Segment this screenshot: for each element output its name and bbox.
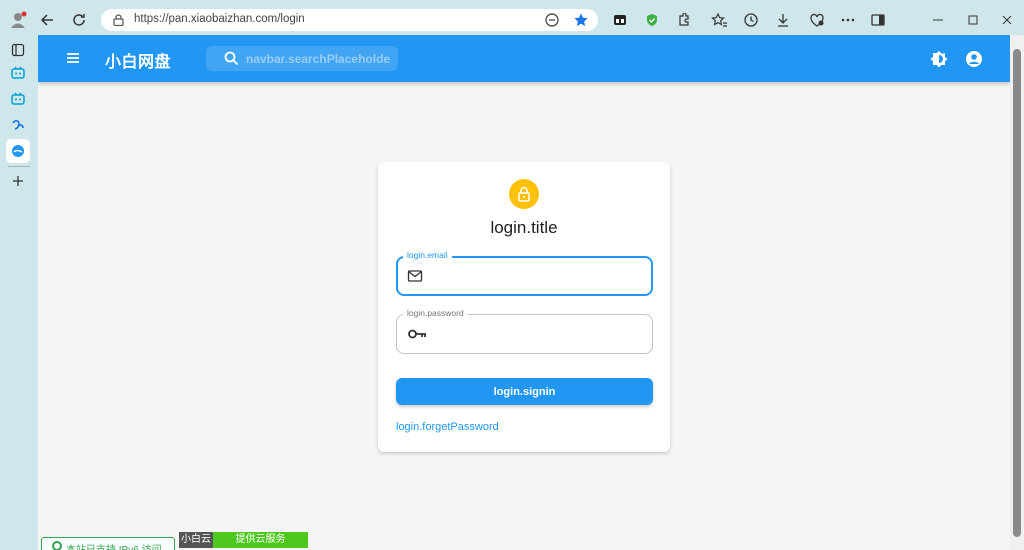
extension-1-icon[interactable] (609, 9, 631, 31)
refresh-icon[interactable] (68, 9, 90, 31)
performance-icon[interactable] (806, 9, 828, 31)
key-icon (408, 329, 426, 339)
add-icon[interactable] (8, 171, 28, 191)
close-icon[interactable] (996, 9, 1018, 31)
browser-toolbar: https://pan.xiaobaizhan.com/login (0, 0, 1024, 38)
cloud-provider-badge[interactable]: 小白云 提供云服务 (179, 532, 308, 548)
account-icon[interactable] (965, 50, 983, 68)
sidebar-divider (8, 166, 30, 167)
tab-actions-icon[interactable] (8, 40, 28, 60)
downloads-icon[interactable] (772, 9, 794, 31)
back-icon[interactable] (36, 9, 58, 31)
extensions-icon[interactable] (673, 9, 695, 31)
translate-icon[interactable] (544, 12, 560, 28)
app-title[interactable]: 小白网盘 (105, 48, 171, 72)
scroll-thumb[interactable] (1013, 49, 1021, 537)
mail-icon (407, 270, 423, 282)
password-input[interactable] (433, 323, 643, 345)
search-input[interactable] (246, 50, 391, 67)
login-card: login.title login.email login.password l… (378, 162, 670, 452)
signin-button[interactable]: login.signin (396, 378, 653, 405)
lock-avatar (509, 179, 539, 209)
password-field[interactable]: login.password (396, 308, 653, 354)
email-field[interactable]: login.email (396, 250, 653, 296)
navbar: 小白网盘 (38, 35, 1010, 82)
forgot-password-link[interactable]: login.forgetPassword (396, 421, 499, 433)
browser-sidebar (0, 38, 38, 550)
cloud-badge-left: 小白云 (179, 532, 213, 548)
lock-icon (518, 186, 530, 202)
ipv6-icon (52, 541, 62, 550)
more-icon[interactable] (837, 9, 859, 31)
app-icon[interactable] (8, 115, 28, 135)
cloud-badge-right: 提供云服务 (213, 532, 308, 548)
favorites-icon[interactable] (708, 9, 730, 31)
menu-icon[interactable] (64, 49, 82, 67)
sidebar-icon[interactable] (867, 9, 889, 31)
shield-extension-icon[interactable] (641, 9, 663, 31)
email-label: login.email (403, 250, 452, 261)
bilibili-icon[interactable] (8, 63, 28, 83)
maximize-icon[interactable] (962, 9, 984, 31)
bilibili-icon[interactable] (8, 89, 28, 109)
history-icon[interactable] (740, 9, 762, 31)
email-input[interactable] (434, 266, 644, 288)
site-info-icon[interactable] (113, 14, 124, 26)
pan-app-icon[interactable] (6, 139, 30, 163)
url-text[interactable]: https://pan.xiaobaizhan.com/login (134, 13, 305, 25)
ipv6-badge[interactable]: 本站已支持 IPv6 访问 (41, 537, 175, 550)
theme-toggle-icon[interactable] (930, 50, 948, 68)
password-label: login.password (403, 308, 468, 319)
login-title: login.title (490, 218, 558, 237)
minimize-icon[interactable] (927, 9, 949, 31)
page-scrollbar[interactable] (1010, 35, 1024, 550)
profile-icon[interactable] (7, 9, 29, 31)
search-icon (224, 51, 239, 66)
web-page: 小白网盘 login.title login.email login.passw… (38, 35, 1010, 550)
address-bar[interactable]: https://pan.xiaobaizhan.com/login (101, 9, 598, 31)
search-box[interactable] (206, 46, 398, 71)
favorite-star-icon[interactable] (573, 12, 589, 28)
ipv6-badge-text: 本站已支持 IPv6 访问 (66, 541, 162, 550)
